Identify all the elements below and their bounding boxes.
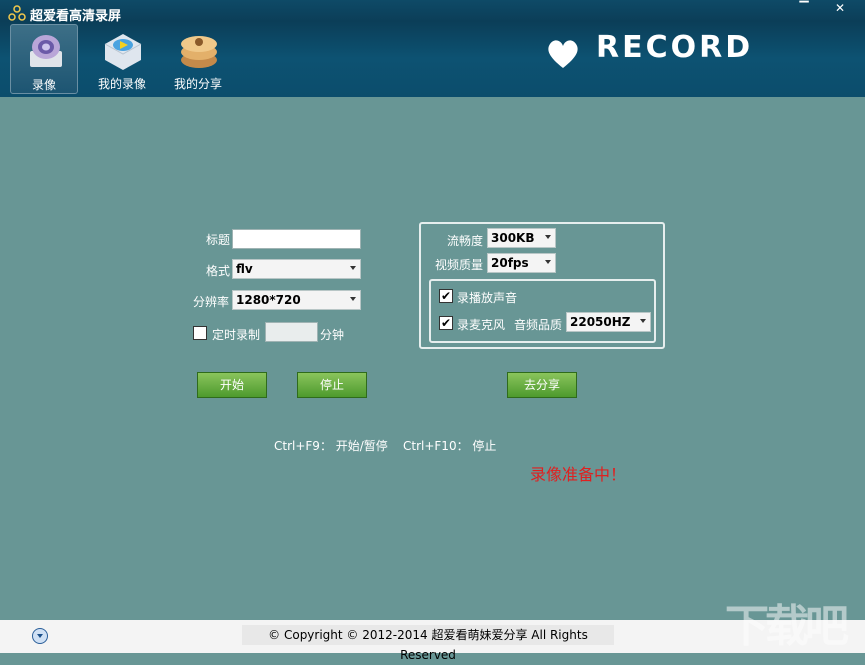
heart-logo-icon (548, 40, 578, 68)
chevron-down-icon (545, 260, 551, 264)
resolution-value: 1280*720 (236, 293, 301, 307)
nav-item-my-videos[interactable]: 我的录像 (88, 24, 156, 94)
fluency-label: 流畅度 (447, 234, 484, 248)
format-select[interactable]: flv (232, 259, 361, 279)
nav-label-record: 录像 (31, 78, 56, 92)
my-shares-icon (181, 36, 217, 68)
sound-label: 录播放声音 (457, 291, 518, 305)
hotkey-stop: Ctrl+F10： 停止 (403, 439, 497, 453)
quality-select[interactable]: 20fps (487, 253, 556, 273)
copyright-text: © Copyright © 2012-2014 超爱看萌妹爱分享 All Rig… (242, 625, 614, 662)
chevron-down-icon (640, 319, 646, 323)
brand-text: RECORD (596, 30, 754, 65)
quality-value: 20fps (491, 256, 529, 270)
timer-label: 定时录制 (212, 328, 261, 342)
record-camera-icon (30, 35, 62, 67)
nav-item-record[interactable]: 录像 (10, 24, 78, 94)
app-logo-icon (8, 5, 26, 21)
title-label: 标题 (206, 233, 231, 247)
chevron-down-circle-icon[interactable] (32, 628, 48, 644)
share-button[interactable]: 去分享 (507, 372, 577, 398)
title-input[interactable] (232, 229, 361, 249)
nav-label-my-videos: 我的录像 (97, 77, 146, 91)
chevron-down-icon (545, 235, 551, 239)
quality-label: 视频质量 (435, 258, 484, 272)
timer-unit: 分钟 (320, 328, 345, 342)
audio-quality-select[interactable]: 22050HZ (566, 312, 651, 332)
chevron-down-icon (350, 266, 356, 270)
start-button[interactable]: 开始 (197, 372, 267, 398)
timer-minutes-input[interactable] (265, 322, 318, 342)
timer-checkbox[interactable] (193, 326, 207, 340)
mic-checkbox[interactable]: ✔ (439, 316, 453, 330)
nav-item-my-shares[interactable]: 我的分享 (164, 24, 232, 94)
sound-checkbox[interactable]: ✔ (439, 289, 453, 303)
title-bar: 超爱看高清录屏 ▔ ✕ 录像 我的录像 我的分享 RECORD (0, 0, 865, 97)
nav-label-my-shares: 我的分享 (173, 77, 222, 91)
my-videos-icon (104, 34, 142, 70)
mic-label: 录麦克风 (457, 318, 506, 332)
audio-quality-value: 22050HZ (570, 315, 631, 329)
audio-quality-label: 音频品质 (514, 318, 563, 332)
watermark-text: 下载吧 (725, 601, 849, 652)
resolution-select[interactable]: 1280*720 (232, 290, 361, 310)
status-text: 录像准备中！ (530, 465, 627, 484)
fluency-select[interactable]: 300KB (487, 228, 556, 248)
format-label: 格式 (206, 264, 231, 278)
app-title: 超爱看高清录屏 (30, 9, 122, 24)
chevron-down-icon (350, 297, 356, 301)
minimize-button[interactable]: ▔ (790, 0, 818, 18)
stop-button[interactable]: 停止 (297, 372, 367, 398)
resolution-label: 分辨率 (193, 295, 230, 309)
format-value: flv (236, 262, 253, 276)
fluency-value: 300KB (491, 231, 535, 245)
hotkey-start-pause: Ctrl+F9： 开始/暂停 (274, 439, 388, 453)
close-button[interactable]: ✕ (826, 0, 854, 18)
